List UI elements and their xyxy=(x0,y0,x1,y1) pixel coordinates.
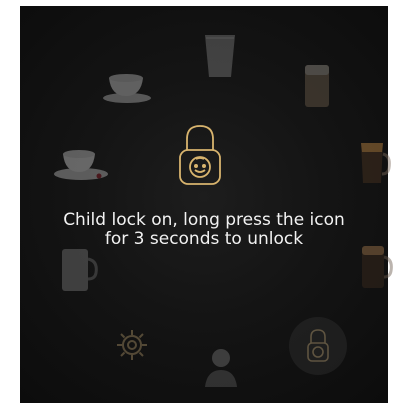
espresso-glass-icon xyxy=(358,140,392,186)
tall-glass-icon xyxy=(203,33,237,79)
child-lock-message: Child lock on, long press the icon for 3… xyxy=(0,211,408,249)
glass-mug-icon xyxy=(58,245,100,295)
child-lock-button[interactable] xyxy=(289,317,347,375)
latte-glass-icon xyxy=(302,63,332,109)
teacup-icon xyxy=(100,70,154,106)
child-lock-icon[interactable] xyxy=(175,122,225,190)
child-lock-button-icon xyxy=(307,329,329,362)
message-line-2: for 3 seconds to unlock xyxy=(104,229,304,249)
settings-gear-icon[interactable] xyxy=(114,327,150,363)
user-profile-icon[interactable] xyxy=(203,343,239,387)
saucer-cup-icon xyxy=(53,148,109,182)
message-line-1: Child lock on, long press the icon xyxy=(63,210,345,230)
mug-icon xyxy=(359,243,393,291)
